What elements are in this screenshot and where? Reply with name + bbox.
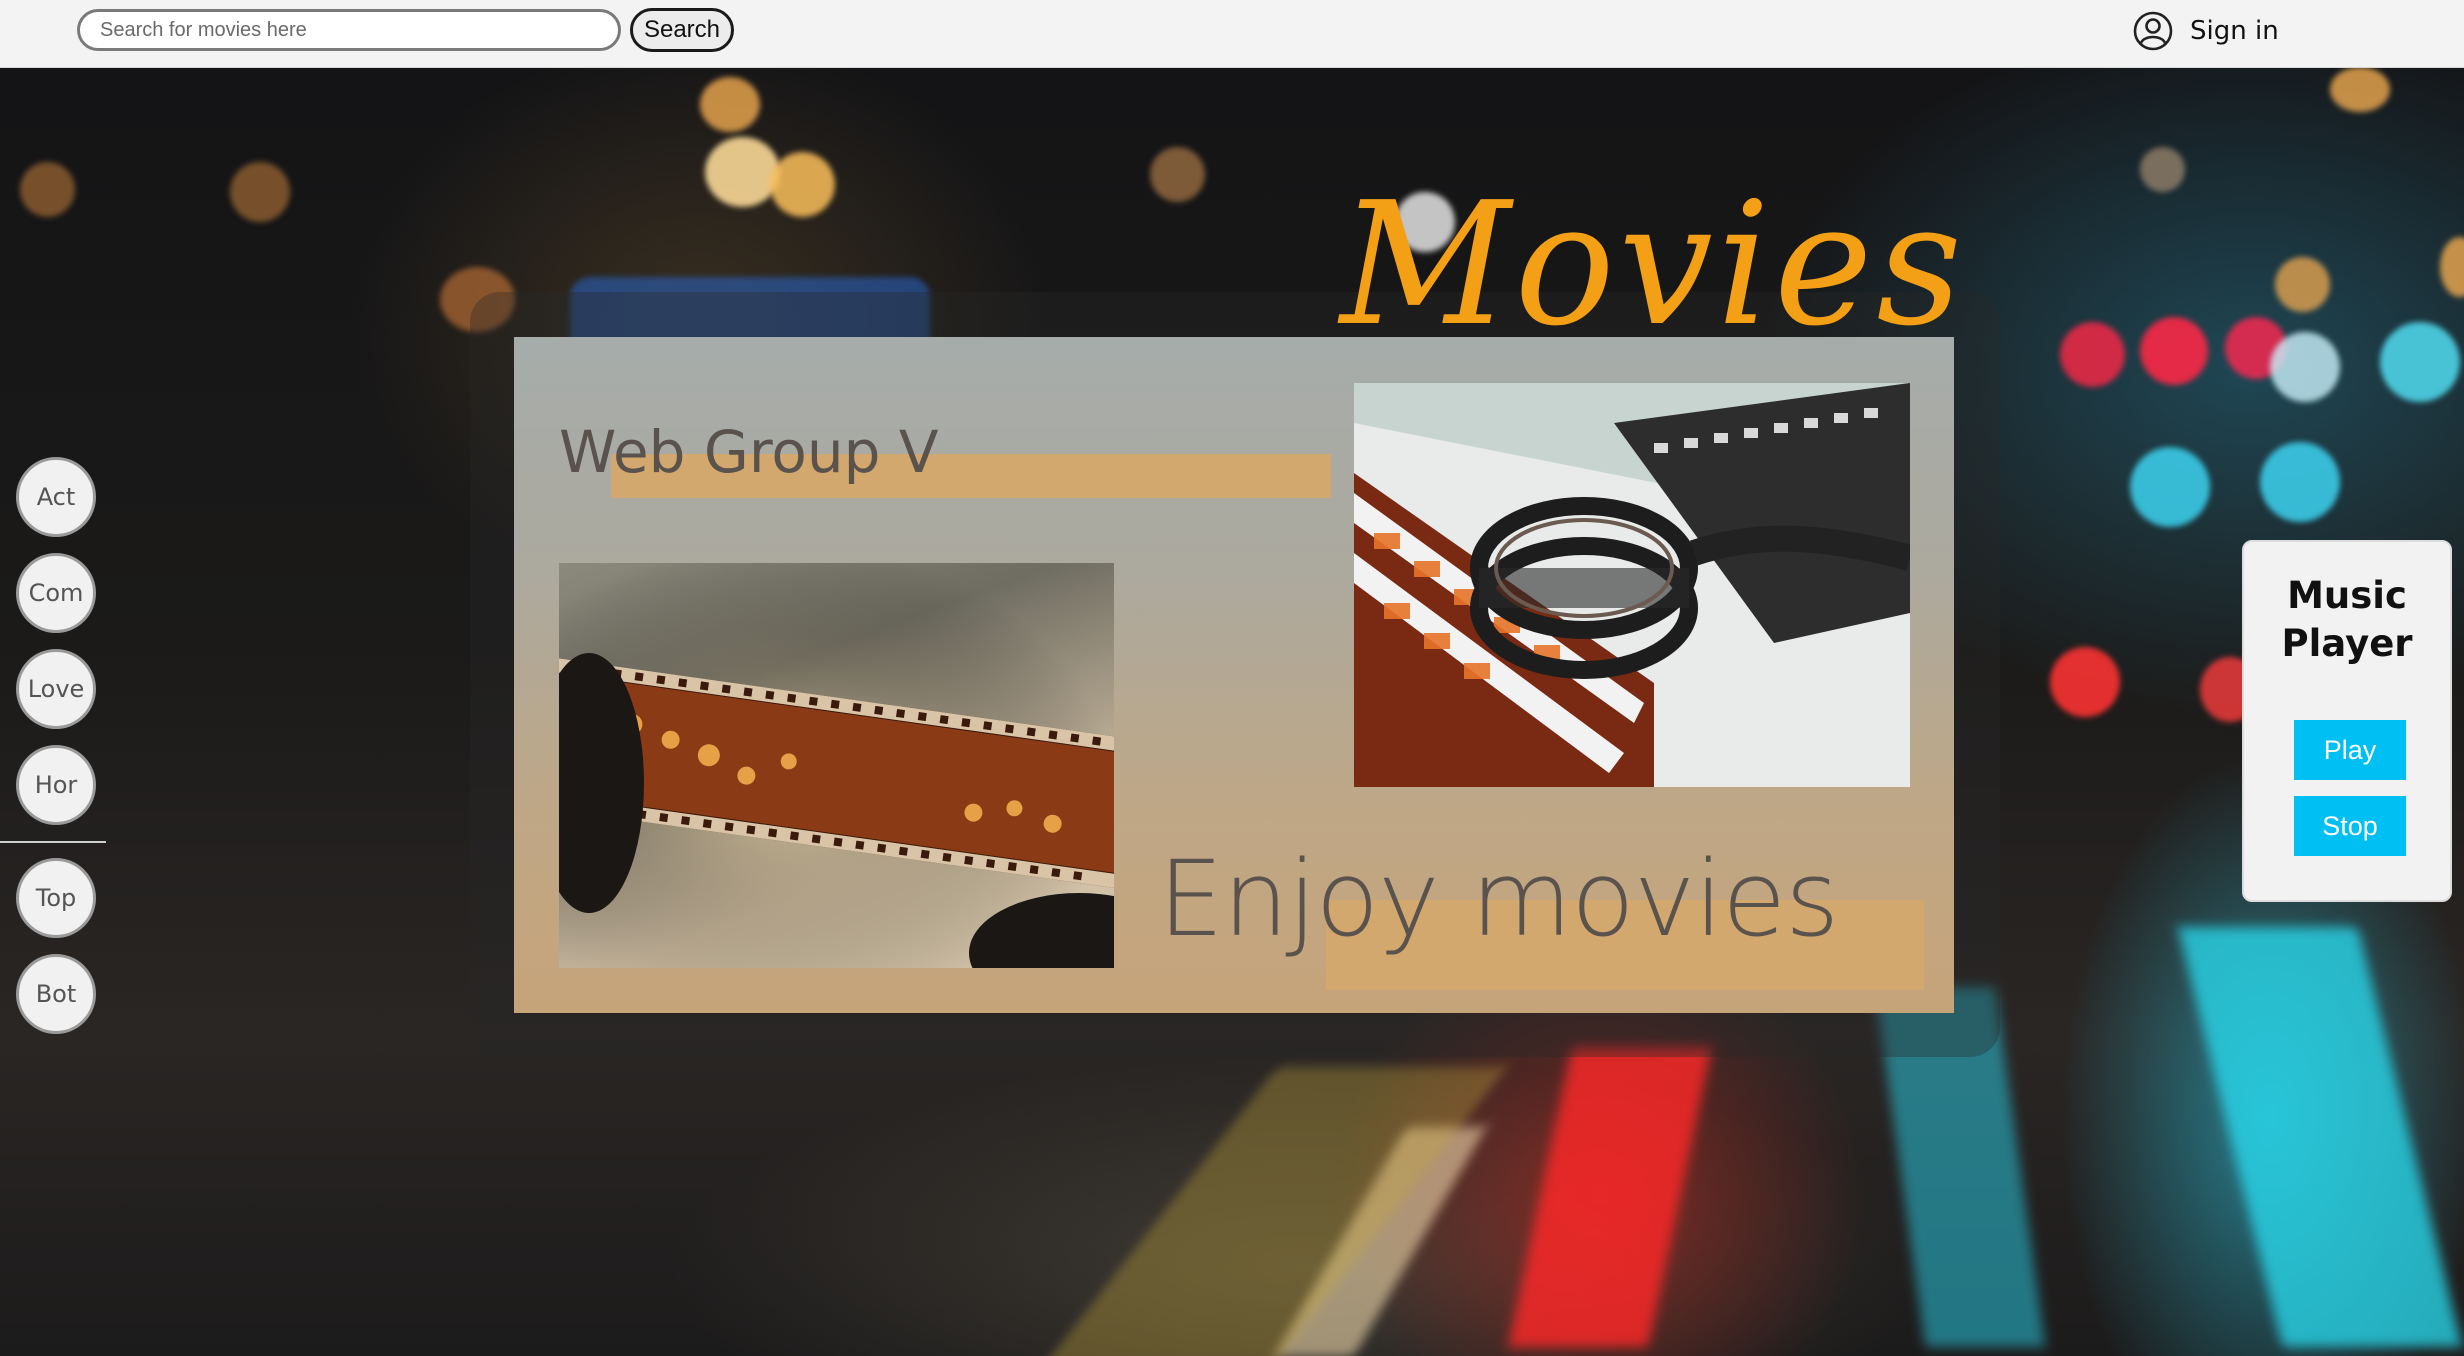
genre-button-action[interactable]: Act xyxy=(16,457,96,537)
tagline: Enjoy movies xyxy=(1158,838,1839,960)
user-circle-icon xyxy=(2133,11,2173,51)
top-bar: Search Sign in xyxy=(0,0,2464,68)
music-player: Music Player Play Stop xyxy=(2242,540,2452,902)
scroll-bottom-button[interactable]: Bot xyxy=(16,954,96,1034)
search-input[interactable] xyxy=(77,9,621,51)
genre-button-love[interactable]: Love xyxy=(16,649,96,729)
group-title: Web Group V xyxy=(559,418,939,486)
movies-logo-text: Movies xyxy=(1340,166,1966,364)
genre-button-horror[interactable]: Hor xyxy=(16,745,96,825)
side-nav-divider xyxy=(0,841,106,843)
genre-button-comedy[interactable]: Com xyxy=(16,553,96,633)
filmstrip-photo xyxy=(559,563,1114,968)
music-player-title: Music Player xyxy=(2281,574,2413,665)
stop-button[interactable]: Stop xyxy=(2294,796,2406,856)
search-button[interactable]: Search xyxy=(630,8,734,52)
scroll-top-button[interactable]: Top xyxy=(16,858,96,938)
sign-in-link[interactable]: Sign in xyxy=(2132,9,2279,53)
play-button[interactable]: Play xyxy=(2294,720,2406,780)
film-reel-photo xyxy=(1354,383,1910,787)
sign-in-label: Sign in xyxy=(2190,16,2279,46)
movies-logo: Movies xyxy=(1340,140,1962,350)
